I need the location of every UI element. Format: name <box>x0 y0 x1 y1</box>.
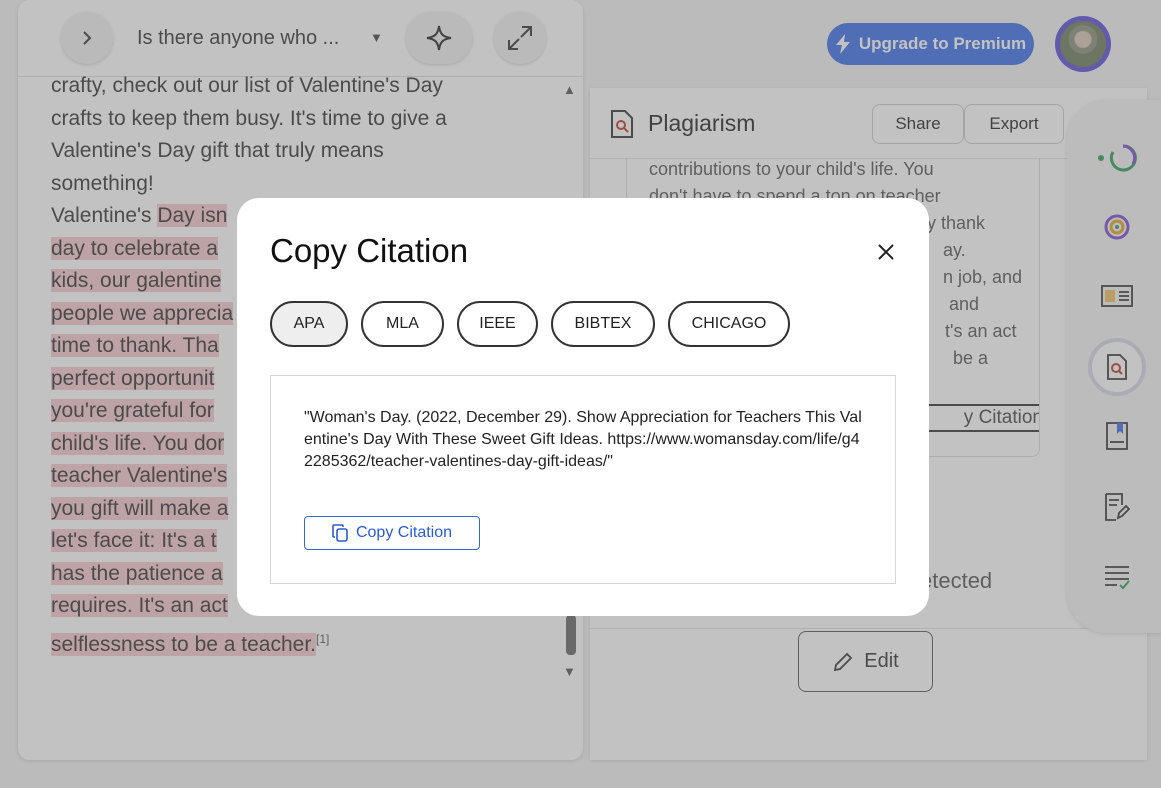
format-bibtex[interactable]: BIBTEX <box>551 301 655 347</box>
format-chicago[interactable]: CHICAGO <box>668 301 790 347</box>
modal-title: Copy Citation <box>270 232 469 269</box>
format-ieee[interactable]: IEEE <box>457 301 538 347</box>
citation-text[interactable]: "Woman's Day. (2022, December 29). Show … <box>304 407 864 473</box>
close-icon[interactable] <box>874 240 898 264</box>
citation-box: "Woman's Day. (2022, December 29). Show … <box>270 375 896 584</box>
copy-citation-button[interactable]: Copy Citation <box>304 516 480 550</box>
copy-citation-label: Copy Citation <box>355 524 453 541</box>
copy-icon <box>332 524 348 542</box>
format-apa[interactable]: APA <box>270 301 348 347</box>
copy-citation-modal: Copy Citation APA MLA IEEE BIBTEX CHICAG… <box>237 198 929 616</box>
format-mla[interactable]: MLA <box>361 301 444 347</box>
